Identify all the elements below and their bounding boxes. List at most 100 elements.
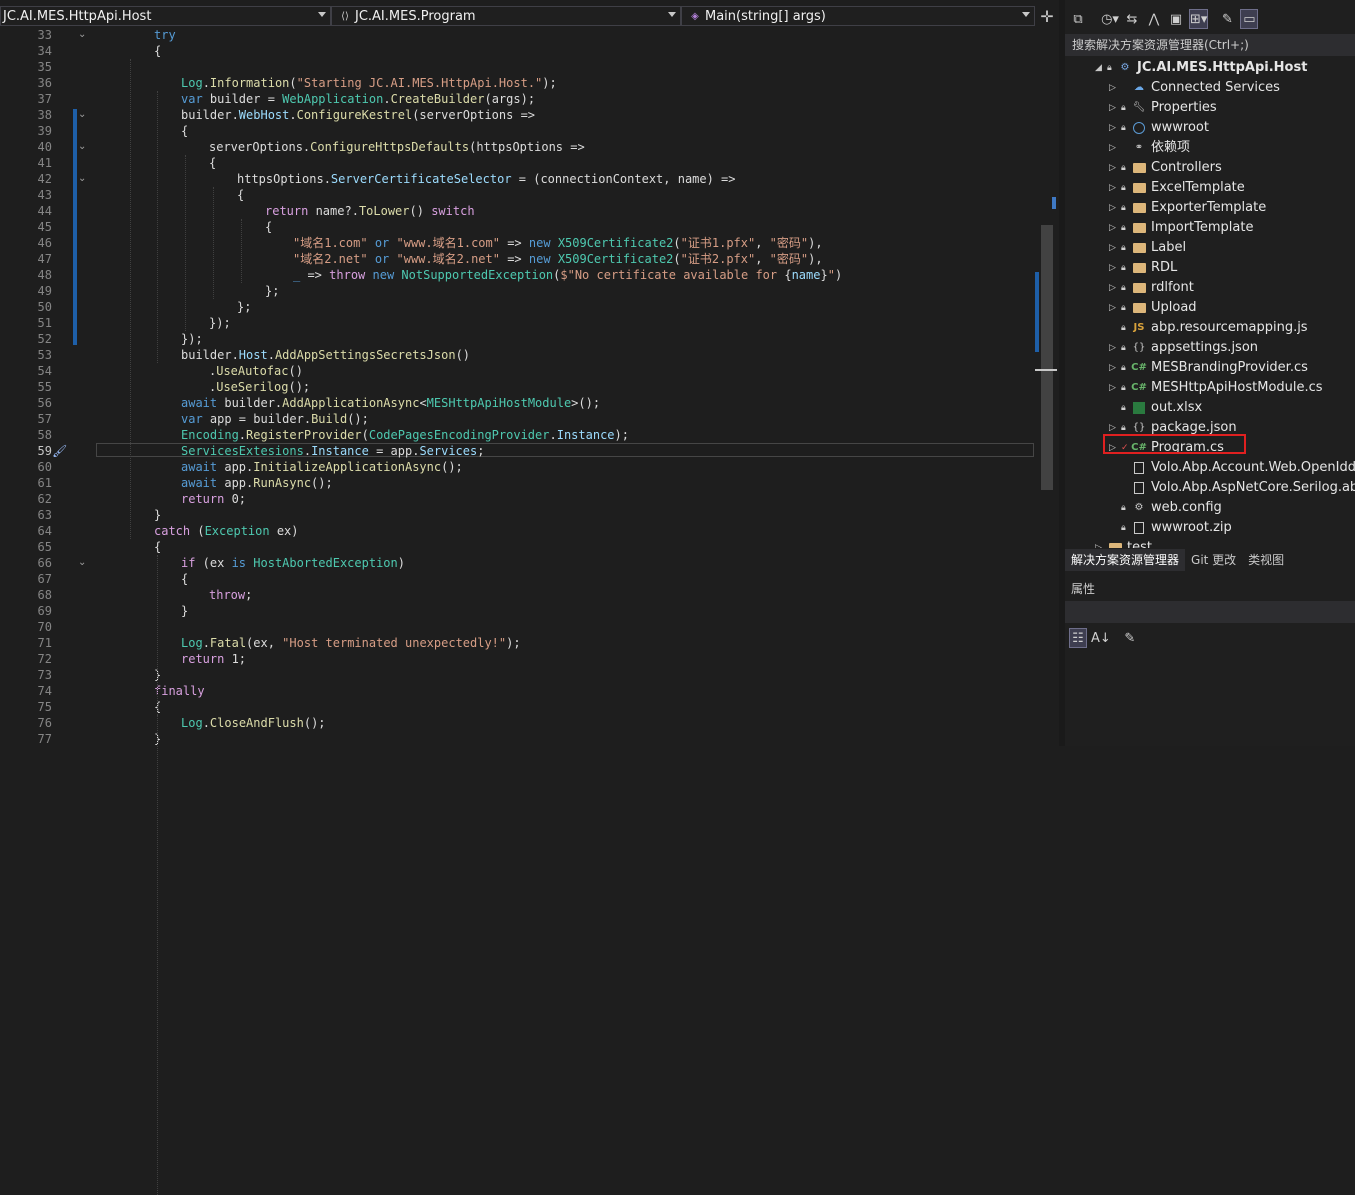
tree-item[interactable]: ▷ 🔒︎ RDL: [1109, 258, 1177, 278]
tree-item[interactable]: ▷ 🔒︎ Upload: [1109, 298, 1197, 318]
code-line[interactable]: {: [154, 43, 161, 59]
tree-item[interactable]: Volo.Abp.Account.Web.OpenIddict: [1109, 458, 1355, 478]
alphabetical-icon[interactable]: A↓: [1091, 628, 1111, 648]
chevron-right-icon[interactable]: ▷: [1109, 218, 1121, 238]
preview-icon[interactable]: ▭: [1240, 9, 1259, 29]
code-line[interactable]: return 0;: [181, 491, 246, 507]
code-line[interactable]: Encoding.RegisterProvider(CodePagesEncod…: [181, 427, 629, 443]
fold-chevron-icon[interactable]: ⌄: [78, 27, 88, 43]
chevron-right-icon[interactable]: ▷: [1109, 338, 1121, 358]
code-line[interactable]: {: [265, 219, 272, 235]
tree-item[interactable]: ▷ 🔒︎ C# MESHttpApiHostModule.cs: [1109, 378, 1323, 398]
chevron-right-icon[interactable]: ▷: [1109, 298, 1121, 318]
code-line[interactable]: await app.RunAsync();: [181, 475, 333, 491]
tree-item[interactable]: ▷ 🔒︎ C# MESBrandingProvider.cs: [1109, 358, 1308, 378]
code-line[interactable]: .UseSerilog();: [209, 379, 310, 395]
tree-item[interactable]: ▷ 🔒︎ wwwroot: [1109, 118, 1209, 138]
fold-chevron-icon[interactable]: ⌄: [78, 107, 88, 123]
code-line[interactable]: await app.InitializeApplicationAsync();: [181, 459, 463, 475]
fold-chevron-icon[interactable]: ⌄: [78, 139, 88, 155]
tree-item[interactable]: ▷ ☁ Connected Services: [1109, 78, 1280, 98]
code-area[interactable]: try{Log.Information("Starting JC.AI.MES.…: [100, 27, 1035, 1195]
switch-views-icon[interactable]: ⧉: [1069, 9, 1087, 29]
code-line[interactable]: Log.Fatal(ex, "Host terminated unexpecte…: [181, 635, 521, 651]
tree-item[interactable]: 🔒︎ out.xlsx: [1109, 398, 1202, 418]
tree-item[interactable]: ▷ 🔒︎ 🔧︎ Properties: [1109, 98, 1217, 118]
tree-item-partial[interactable]: ▷ test: [1095, 538, 1152, 548]
code-line[interactable]: await builder.AddApplicationAsync<MESHtt…: [181, 395, 600, 411]
code-line[interactable]: {: [209, 155, 216, 171]
code-editor[interactable]: JC.AI.MES.HttpApi.Host ⟨⟩ JC.AI.MES.Prog…: [0, 0, 1059, 1195]
code-line[interactable]: if (ex is HostAbortedException): [181, 555, 405, 571]
fold-chevron-icon[interactable]: ⌄: [78, 555, 88, 571]
code-line[interactable]: httpsOptions.ServerCertificateSelector =…: [237, 171, 736, 187]
chevron-right-icon[interactable]: ▷: [1109, 178, 1121, 198]
tree-item[interactable]: ▷ 🔒︎ ExporterTemplate: [1109, 198, 1266, 218]
tree-item[interactable]: 🔒︎ JS abp.resourcemapping.js: [1109, 318, 1308, 338]
vertical-scrollbar[interactable]: [1035, 27, 1059, 746]
code-line[interactable]: "域名1.com" or "www.域名1.com" => new X509Ce…: [293, 235, 823, 251]
code-line[interactable]: finally: [154, 683, 205, 699]
filter-icon[interactable]: ⊞▾: [1189, 9, 1209, 29]
quick-actions-brush-icon[interactable]: 🖌︎: [52, 443, 68, 459]
categorized-icon[interactable]: ☷: [1069, 628, 1087, 648]
type-dropdown[interactable]: ⟨⟩ JC.AI.MES.Program: [331, 6, 681, 26]
code-line[interactable]: Log.Information("Starting JC.AI.MES.Http…: [181, 75, 557, 91]
tab-solution-explorer[interactable]: 解决方案资源管理器: [1065, 549, 1186, 571]
chevron-right-icon[interactable]: ▷: [1109, 138, 1121, 158]
chevron-right-icon[interactable]: ▷: [1109, 358, 1121, 378]
code-line[interactable]: return 1;: [181, 651, 246, 667]
tree-item[interactable]: ▷ ⚭ 依赖项: [1109, 138, 1190, 158]
solution-explorer-search[interactable]: 搜索解决方案资源管理器(Ctrl+;): [1065, 34, 1355, 56]
code-line[interactable]: var builder = WebApplication.CreateBuild…: [181, 91, 535, 107]
code-line[interactable]: Log.CloseAndFlush();: [181, 715, 326, 731]
code-line[interactable]: catch (Exception ex): [154, 523, 299, 539]
code-line[interactable]: }: [181, 603, 188, 619]
code-line[interactable]: var app = builder.Build();: [181, 411, 369, 427]
property-pages-icon[interactable]: ✎: [1121, 628, 1139, 648]
code-line[interactable]: _ => throw new NotSupportedException($"N…: [293, 267, 842, 283]
chevron-right-icon[interactable]: ▷: [1109, 198, 1121, 218]
chevron-right-icon[interactable]: ▷: [1109, 278, 1121, 298]
tree-item[interactable]: ▷ 🔒︎ Label: [1109, 238, 1186, 258]
tree-item[interactable]: ▷ 🔒︎ {} appsettings.json: [1109, 338, 1258, 358]
history-icon[interactable]: ◷▾: [1101, 9, 1119, 29]
code-line[interactable]: });: [181, 331, 203, 347]
tree-project-node[interactable]: ◢ 🔒︎ ⚙ JC.AI.MES.HttpApi.Host: [1095, 58, 1307, 78]
code-line[interactable]: {: [181, 571, 188, 587]
sync-icon[interactable]: ⇆: [1123, 9, 1141, 29]
project-dropdown[interactable]: JC.AI.MES.HttpApi.Host: [0, 6, 331, 26]
tree-item[interactable]: 🔒︎ wwwroot.zip: [1109, 518, 1232, 538]
chevron-right-icon[interactable]: ▷: [1109, 378, 1121, 398]
code-line[interactable]: builder.WebHost.ConfigureKestrel(serverO…: [181, 107, 535, 123]
code-line[interactable]: {: [181, 123, 188, 139]
chevron-right-icon[interactable]: ▷: [1109, 238, 1121, 258]
chevron-right-icon[interactable]: ▷: [1109, 258, 1121, 278]
code-line[interactable]: try: [154, 27, 176, 43]
tree-item[interactable]: Volo.Abp.AspNetCore.Serilog.abp: [1109, 478, 1355, 498]
member-dropdown[interactable]: ◈ Main(string[] args): [681, 6, 1035, 26]
properties-wrench-icon[interactable]: ✎: [1218, 9, 1236, 29]
code-line[interactable]: throw;: [209, 587, 252, 603]
fold-chevron-icon[interactable]: ⌄: [78, 171, 88, 187]
tab-git-changes[interactable]: Git 更改: [1185, 549, 1242, 571]
code-line[interactable]: .UseAutofac(): [209, 363, 303, 379]
solution-tree[interactable]: ◢ 🔒︎ ⚙ JC.AI.MES.HttpApi.Host ▷ ☁ Connecte…: [1065, 58, 1355, 548]
code-line[interactable]: };: [265, 283, 279, 299]
chevron-right-icon[interactable]: ▷: [1109, 118, 1121, 138]
code-line[interactable]: "域名2.net" or "www.域名2.net" => new X509Ce…: [293, 251, 823, 267]
code-line[interactable]: serverOptions.ConfigureHttpsDefaults(htt…: [209, 139, 585, 155]
split-editor-button[interactable]: ✛: [1035, 6, 1059, 26]
tree-item[interactable]: ▷ 🔒︎ rdlfont: [1109, 278, 1194, 298]
scrollbar-thumb[interactable]: [1041, 225, 1053, 490]
show-all-files-icon[interactable]: ▣: [1167, 9, 1185, 29]
chevron-right-icon[interactable]: ▷: [1109, 158, 1121, 178]
code-line[interactable]: return name?.ToLower() switch: [265, 203, 475, 219]
tree-item[interactable]: ▷ 🔒︎ ExcelTemplate: [1109, 178, 1245, 198]
code-line[interactable]: });: [209, 315, 231, 331]
code-line[interactable]: builder.Host.AddAppSettingsSecretsJson(): [181, 347, 470, 363]
tree-item[interactable]: ▷ 🔒︎ ImportTemplate: [1109, 218, 1253, 238]
properties-object-selector[interactable]: [1065, 601, 1355, 623]
collapse-all-icon[interactable]: ⋀: [1145, 9, 1163, 29]
chevron-right-icon[interactable]: ▷: [1109, 98, 1121, 118]
